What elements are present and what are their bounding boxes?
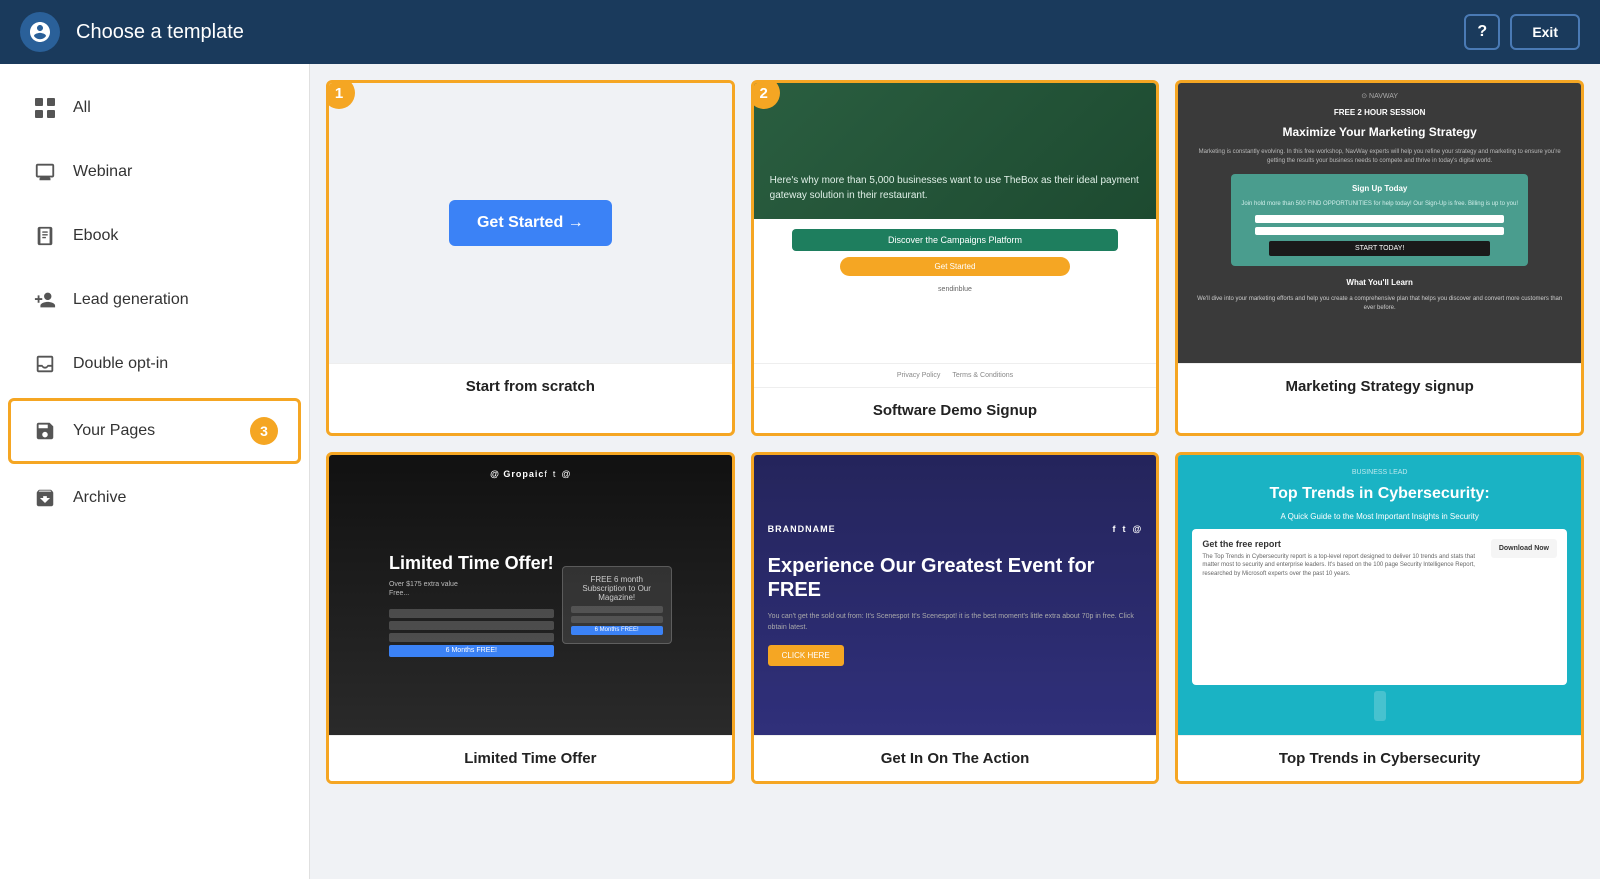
book-icon xyxy=(31,225,59,247)
software-demo-thumbnail: Here's why more than 5,000 businesses wa… xyxy=(754,83,1157,363)
grid-icon xyxy=(31,97,59,119)
sidebar-item-archive[interactable]: Archive xyxy=(8,468,301,528)
header-right: ? Exit xyxy=(1464,14,1580,50)
sidebar-label-your-pages: Your Pages xyxy=(73,422,155,440)
template-card-event[interactable]: BRANDNAME ft@ Experience Our Greatest Ev… xyxy=(751,452,1160,784)
monitor-icon xyxy=(31,161,59,183)
header-left: Choose a template xyxy=(20,12,244,52)
sidebar: All Webinar Ebook xyxy=(0,64,310,879)
scratch-label: Start from scratch xyxy=(329,363,732,409)
cybersecurity-thumbnail: BUSINESS LEAD Top Trends in Cybersecurit… xyxy=(1178,455,1581,735)
page-title: Choose a template xyxy=(76,21,244,44)
sidebar-label-webinar: Webinar xyxy=(73,163,132,181)
sidebar-item-your-pages[interactable]: Your Pages 3 xyxy=(8,398,301,464)
marketing-thumbnail: ⊙ NAVWAY FREE 2 HOUR SESSION Maximize Yo… xyxy=(1178,83,1581,363)
main-layout: All Webinar Ebook xyxy=(0,64,1600,879)
template-card-software-demo[interactable]: 2 Here's why more than 5,000 businesses … xyxy=(751,80,1160,436)
header: Choose a template ? Exit xyxy=(0,0,1600,64)
sidebar-item-lead-generation[interactable]: Lead generation xyxy=(8,270,301,330)
template-grid-container: 1 Get Started → Start from scratch 2 Her… xyxy=(310,64,1600,879)
template-card-limited-offer[interactable]: @ Gropaic f t @ Limited Time Offer! Over… xyxy=(326,452,735,784)
limited-offer-label: Limited Time Offer xyxy=(329,735,732,781)
sidebar-label-archive: Archive xyxy=(73,489,126,507)
limited-offer-thumbnail: @ Gropaic f t @ Limited Time Offer! Over… xyxy=(329,455,732,735)
template-card-marketing[interactable]: ⊙ NAVWAY FREE 2 HOUR SESSION Maximize Yo… xyxy=(1175,80,1584,436)
scratch-thumbnail: Get Started → xyxy=(329,83,732,363)
sidebar-item-all[interactable]: All xyxy=(8,78,301,138)
save-icon xyxy=(31,420,59,442)
your-pages-badge: 3 xyxy=(250,417,278,445)
template-grid: 1 Get Started → Start from scratch 2 Her… xyxy=(326,80,1584,784)
marketing-label: Marketing Strategy signup xyxy=(1178,363,1581,409)
help-button[interactable]: ? xyxy=(1464,14,1500,50)
sidebar-label-double-opt-in: Double opt-in xyxy=(73,355,168,373)
exit-button[interactable]: Exit xyxy=(1510,14,1580,50)
sidebar-item-webinar[interactable]: Webinar xyxy=(8,142,301,202)
sidebar-item-ebook[interactable]: Ebook xyxy=(8,206,301,266)
sidebar-label-all: All xyxy=(73,99,91,117)
get-started-button[interactable]: Get Started → xyxy=(449,200,612,246)
sidebar-label-lead-generation: Lead generation xyxy=(73,291,189,309)
event-thumbnail: BRANDNAME ft@ Experience Our Greatest Ev… xyxy=(754,455,1157,735)
logo-icon xyxy=(20,12,60,52)
archive-icon xyxy=(31,487,59,509)
template-card-scratch[interactable]: 1 Get Started → Start from scratch xyxy=(326,80,735,436)
sidebar-item-double-opt-in[interactable]: Double opt-in xyxy=(8,334,301,394)
sidebar-label-ebook: Ebook xyxy=(73,227,118,245)
inbox-icon xyxy=(31,353,59,375)
template-card-cybersecurity[interactable]: BUSINESS LEAD Top Trends in Cybersecurit… xyxy=(1175,452,1584,784)
cybersecurity-label: Top Trends in Cybersecurity xyxy=(1178,735,1581,781)
user-plus-icon xyxy=(31,289,59,311)
event-label: Get In On The Action xyxy=(754,735,1157,781)
software-demo-label: Software Demo Signup xyxy=(754,387,1157,433)
